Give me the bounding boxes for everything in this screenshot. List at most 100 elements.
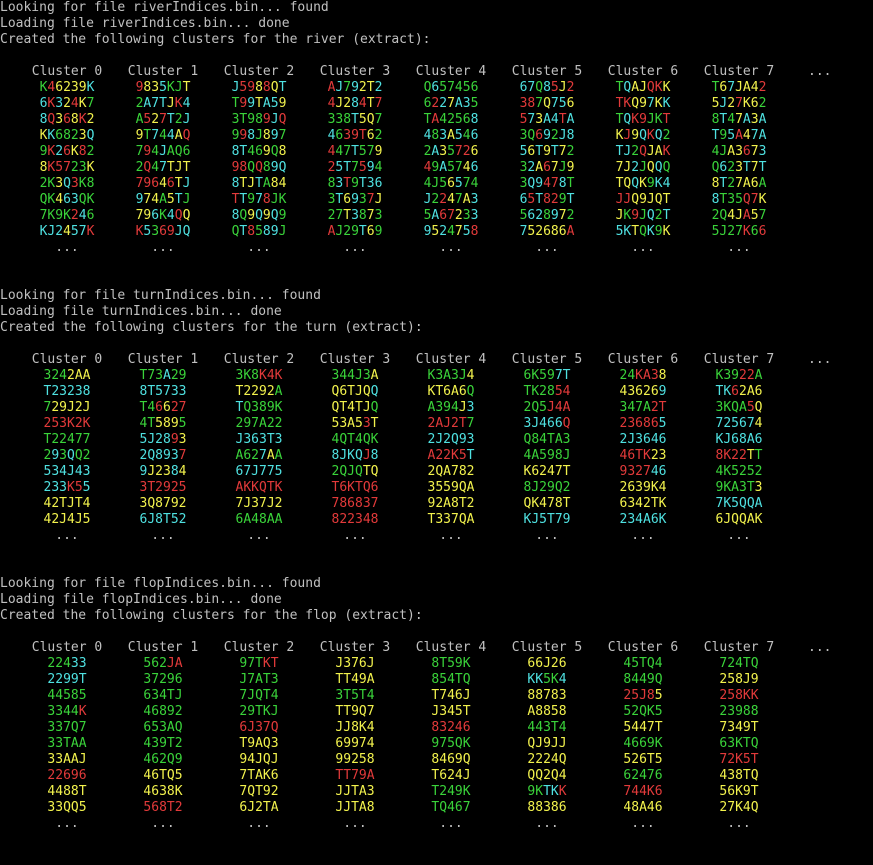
card-char: 9	[170, 496, 179, 511]
card-char: 3	[439, 720, 448, 735]
card-char: K	[654, 176, 663, 191]
card-char: T	[358, 128, 367, 143]
card-char: J	[343, 720, 352, 735]
card-char: 2	[562, 480, 571, 495]
card-char: T	[562, 496, 571, 511]
card-char: K	[754, 512, 763, 527]
card-char: 3	[343, 656, 352, 671]
cluster-entry: 2Q47TJT	[118, 160, 208, 176]
card-char: 6	[558, 224, 567, 239]
cluster-entry: 439T2	[118, 736, 208, 752]
card-char: 8	[370, 448, 379, 463]
card-char: Q	[439, 800, 448, 815]
card-char: 9	[351, 736, 359, 751]
cluster-entry: 794JAQ6	[118, 144, 208, 160]
card-char: Q	[550, 768, 559, 783]
cluster-entry: 634TJ	[118, 688, 208, 704]
card-char: 8	[750, 704, 759, 719]
cluster-entry: 45TQ4	[598, 656, 688, 672]
card-char: T	[550, 144, 559, 159]
card-char: A	[74, 368, 83, 383]
card-char: 4	[550, 112, 559, 127]
card-char: T	[343, 208, 352, 223]
card-char: 9	[270, 160, 279, 175]
cluster-header: Cluster 0	[31, 352, 103, 367]
card-char: 9	[351, 704, 359, 719]
cluster-entry: 2639K4	[598, 480, 688, 496]
card-char: 7	[750, 192, 759, 207]
card-char: 6	[439, 208, 448, 223]
card-char: 9	[351, 176, 359, 191]
card-char: 2	[631, 144, 640, 159]
card-char: 9	[643, 480, 651, 495]
card-char: 2	[539, 464, 547, 479]
card-char: J	[74, 512, 83, 527]
card-char: A	[543, 112, 551, 127]
card-char: A	[742, 112, 751, 127]
card-char: T	[458, 416, 467, 431]
truncation-dots: ...	[55, 528, 79, 543]
cluster-entry: 79646TJ	[118, 176, 208, 192]
cluster-entry: 786837	[310, 496, 400, 512]
card-char: 6	[558, 800, 567, 815]
card-char: T	[247, 768, 256, 783]
card-char: Q	[270, 208, 279, 223]
cluster-entry: 796K4QQ	[118, 208, 208, 224]
cluster-entry: A527T2J	[118, 112, 208, 128]
card-char: 9	[262, 144, 271, 159]
cluster-entry: 56T9T72	[502, 144, 592, 160]
card-char: Q	[174, 208, 183, 223]
card-char: 4	[366, 688, 375, 703]
card-char: 2	[255, 800, 263, 815]
card-char: 2	[727, 176, 736, 191]
card-char: 5	[742, 752, 751, 767]
cluster-entry: T9AQ3	[214, 736, 304, 752]
cluster-entry: A394J3	[406, 400, 496, 416]
card-char: 2	[67, 368, 75, 383]
cluster-header: Cluster 6	[607, 352, 679, 367]
card-char: 2	[447, 112, 455, 127]
cluster-entry: J5988QT	[214, 80, 304, 96]
card-char: A	[270, 800, 279, 815]
card-char: K	[358, 720, 367, 735]
card-char: A	[731, 480, 739, 495]
card-char: 8	[470, 224, 479, 239]
card-char: T	[343, 176, 352, 191]
card-char: Q	[742, 192, 751, 207]
log-line: Loading file turnIndices.bin... done	[0, 304, 282, 319]
truncation-dots: ...	[247, 528, 271, 543]
card-char: 5	[358, 160, 367, 175]
cluster-entry: KJ9QKQ2	[598, 128, 688, 144]
truncation-dots: ...	[343, 816, 367, 831]
card-char: 4	[558, 768, 567, 783]
card-char: 4	[63, 704, 71, 719]
cluster-entry: 2J3646	[598, 432, 688, 448]
card-char: 8	[658, 368, 667, 383]
card-char: 9	[547, 448, 555, 463]
cluster-entry: 33TAA	[22, 736, 112, 752]
card-char: 3	[159, 720, 167, 735]
card-char: 3	[70, 192, 79, 207]
card-char: 5	[70, 224, 79, 239]
card-char: 8	[82, 384, 91, 399]
card-char: 9	[646, 736, 655, 751]
card-char: 9	[166, 672, 175, 687]
card-char: 5	[151, 720, 160, 735]
card-char: J	[462, 688, 471, 703]
card-char: 3	[727, 720, 736, 735]
card-char: 2	[466, 464, 475, 479]
card-char: 7	[351, 656, 359, 671]
card-char: 8	[86, 176, 95, 191]
card-char: 2	[63, 96, 71, 111]
card-char: K	[535, 784, 544, 799]
card-char: K	[662, 144, 671, 159]
card-char: A	[443, 496, 451, 511]
card-char: 6	[470, 128, 479, 143]
card-char: 3	[435, 368, 444, 383]
card-char: 9	[55, 208, 64, 223]
card-char: 7	[758, 208, 767, 223]
card-char: 4	[70, 96, 79, 111]
card-char: Q	[754, 400, 763, 415]
card-char: A	[63, 752, 71, 767]
card-char: 5	[155, 416, 163, 431]
